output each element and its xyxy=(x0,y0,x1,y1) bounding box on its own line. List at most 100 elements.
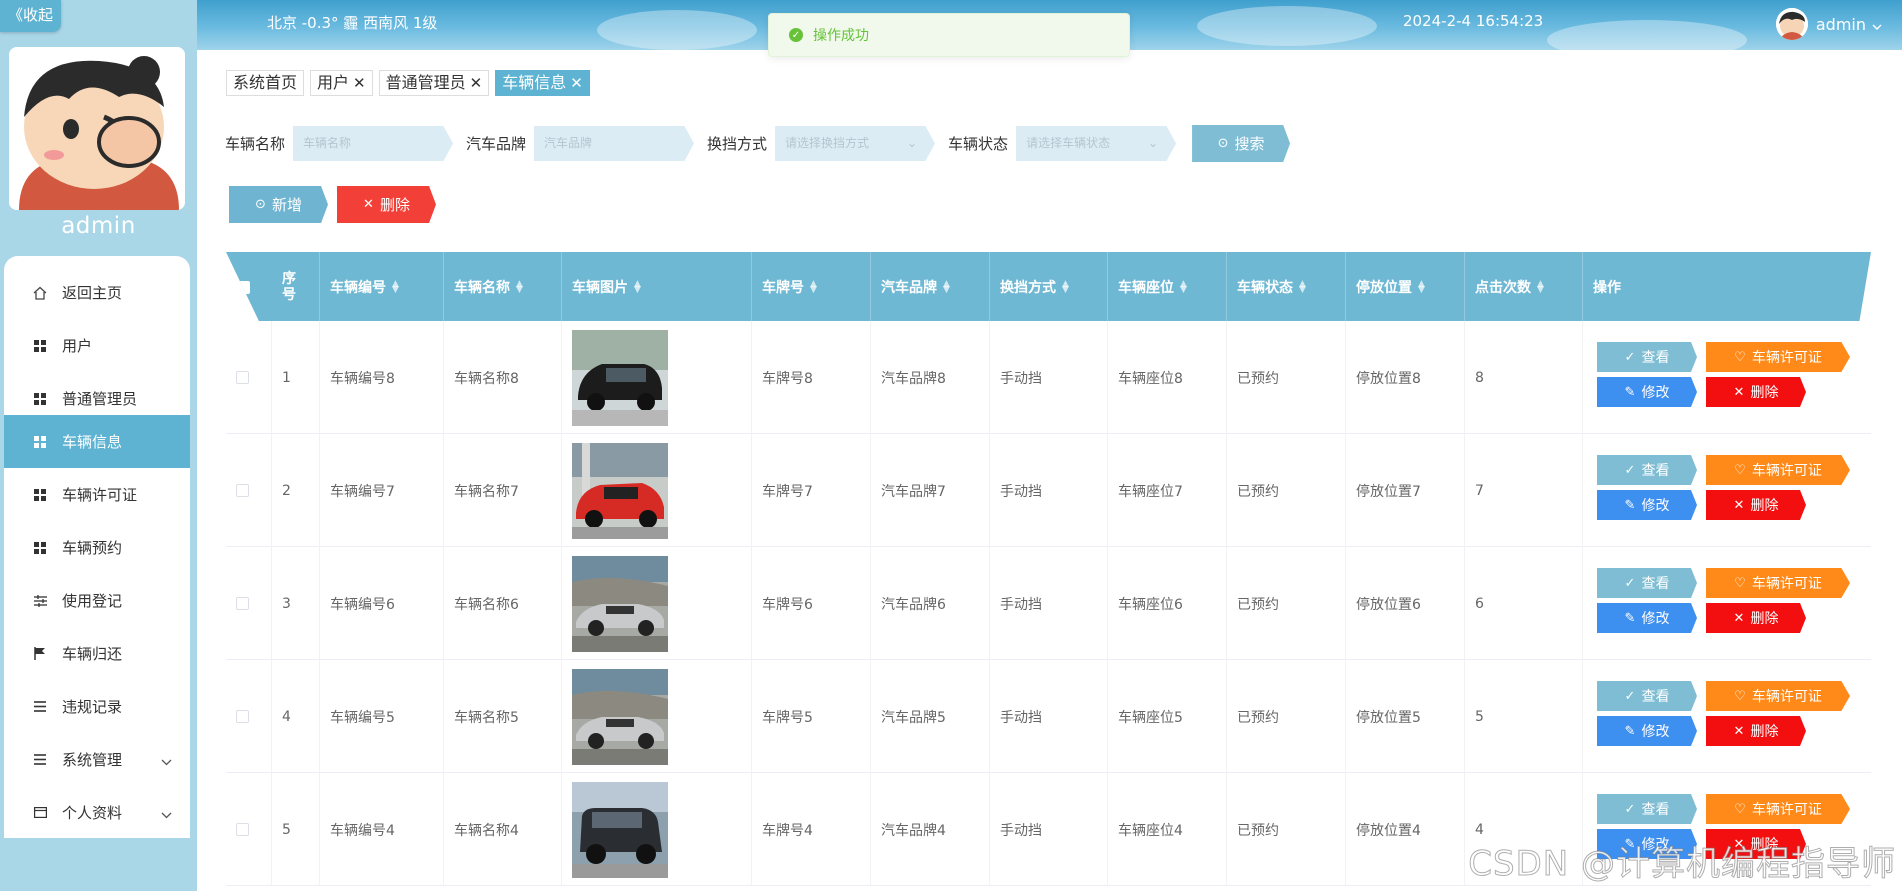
sidebar-item-label: 车辆许可证 xyxy=(62,486,138,504)
row-checkbox[interactable] xyxy=(236,371,249,384)
button-label: 删除 xyxy=(1750,498,1779,514)
close-icon[interactable]: ✕ xyxy=(353,71,366,95)
column-header-seat[interactable]: 车辆座位 ▲ ▼ xyxy=(1108,252,1227,321)
vehicle-name-input[interactable]: 车辆名称 xyxy=(293,126,454,161)
row-checkbox-cell xyxy=(226,547,272,660)
search-button[interactable]: ⊙ 搜索 xyxy=(1192,125,1291,162)
column-header-code[interactable]: 车辆编号 ▲ ▼ xyxy=(320,252,444,321)
vehicle-permit-button[interactable]: ♡ 车辆许可证 xyxy=(1706,681,1850,711)
user-menu[interactable]: admin xyxy=(1775,8,1882,40)
tab-vehicle-info[interactable]: 车辆信息 ✕ xyxy=(495,70,590,96)
cell-seat: 车辆座位6 xyxy=(1108,547,1227,660)
column-header-status[interactable]: 车辆状态 ▲ ▼ xyxy=(1227,252,1346,321)
sidebar-item-vehicle-permit[interactable]: 车辆许可证 xyxy=(4,468,190,521)
cell-name: 车辆名称4 xyxy=(444,773,562,886)
row-checkbox[interactable] xyxy=(236,823,249,836)
cell-seat: 车辆座位8 xyxy=(1108,321,1227,434)
sidebar-item-label: 使用登记 xyxy=(62,592,123,610)
view-button[interactable]: ✓ 查看 xyxy=(1597,568,1697,598)
sidebar-item-vehicle-booking[interactable]: 车辆预约 xyxy=(4,521,190,574)
row-checkbox[interactable] xyxy=(236,484,249,497)
vehicle-permit-button[interactable]: ♡ 车辆许可证 xyxy=(1706,568,1850,598)
vehicle-permit-button[interactable]: ♡ 车辆许可证 xyxy=(1706,794,1850,824)
edit-button[interactable]: ✎ 修改 xyxy=(1597,603,1697,633)
close-icon: ✕ xyxy=(1733,723,1745,739)
tab-home[interactable]: 系统首页 xyxy=(226,70,305,96)
sidebar-item-label: 车辆预约 xyxy=(62,539,123,557)
button-label: 车辆许可证 xyxy=(1751,689,1822,705)
delete-button[interactable]: ✕ 删除 xyxy=(1706,490,1806,520)
edit-icon: ✎ xyxy=(1624,497,1636,513)
sidebar-item-users[interactable]: 用户 xyxy=(4,319,190,372)
view-button[interactable]: ✓ 查看 xyxy=(1597,455,1697,485)
sidebar-item-vehicle-return[interactable]: 车辆归还 xyxy=(4,627,190,680)
select-all-checkbox[interactable] xyxy=(237,281,250,294)
vehicle-photo[interactable] xyxy=(572,555,668,652)
cell-parking: 停放位置6 xyxy=(1346,547,1465,660)
sidebar-item-violations[interactable]: 违规记录 xyxy=(4,680,190,733)
vehicle-permit-button[interactable]: ♡ 车辆许可证 xyxy=(1706,342,1850,372)
column-header-clicks[interactable]: 点击次数 ▲ ▼ xyxy=(1465,252,1583,321)
edit-button[interactable]: ✎ 修改 xyxy=(1597,716,1697,746)
cell-image xyxy=(562,321,752,434)
sidebar-item-label: 系统管理 xyxy=(62,751,123,769)
edit-button[interactable]: ✎ 修改 xyxy=(1597,490,1697,520)
header-text: 车辆编号 xyxy=(330,279,386,296)
brand-input[interactable]: 汽车品牌 xyxy=(534,126,695,161)
batch-delete-button[interactable]: ✕ 删除 xyxy=(337,186,436,223)
grid-icon xyxy=(32,391,48,407)
vehicle-permit-button[interactable]: ♡ 车辆许可证 xyxy=(1706,455,1850,485)
home-icon xyxy=(32,285,48,301)
close-icon[interactable]: ✕ xyxy=(570,71,583,95)
column-header-brand[interactable]: 汽车品牌 ▲ ▼ xyxy=(871,252,990,321)
sidebar-item-vehicle-info[interactable]: 车辆信息 xyxy=(4,415,190,468)
cell-brand: 汽车品牌5 xyxy=(871,660,990,773)
add-button[interactable]: ⊙ 新增 xyxy=(229,186,328,223)
sidebar-item-profile[interactable]: 个人资料 xyxy=(4,786,190,839)
view-button[interactable]: ✓ 查看 xyxy=(1597,794,1697,824)
row-checkbox[interactable] xyxy=(236,597,249,610)
delete-button[interactable]: ✕ 删除 xyxy=(1706,716,1806,746)
column-header-parking[interactable]: 停放位置 ▲ ▼ xyxy=(1346,252,1465,321)
vehicle-photo[interactable] xyxy=(572,329,668,426)
vehicle-photo[interactable] xyxy=(572,668,668,765)
delete-button[interactable]: ✕ 删除 xyxy=(1706,377,1806,407)
vehicle-photo[interactable] xyxy=(572,442,668,539)
close-icon: ✕ xyxy=(1733,384,1745,400)
select-placeholder: 请选择车辆状态 xyxy=(1026,136,1111,150)
row-checkbox-cell xyxy=(226,321,272,434)
check-circle-icon: ⊙ xyxy=(1217,136,1229,151)
edit-button[interactable]: ✎ 修改 xyxy=(1597,377,1697,407)
column-header-plate[interactable]: 车牌号 ▲ ▼ xyxy=(752,252,871,321)
close-icon[interactable]: ✕ xyxy=(470,71,483,95)
view-button[interactable]: ✓ 查看 xyxy=(1597,681,1697,711)
row-checkbox[interactable] xyxy=(236,710,249,723)
chevron-down-icon xyxy=(161,805,172,823)
sidebar-item-system-management[interactable]: 系统管理 xyxy=(4,733,190,786)
delete-button[interactable]: ✕ 删除 xyxy=(1706,603,1806,633)
sort-icon: ▲ ▼ xyxy=(943,278,950,295)
tab-admins[interactable]: 普通管理员 ✕ xyxy=(378,70,490,96)
sidebar-item-home[interactable]: 返回主页 xyxy=(4,266,190,319)
sort-icon: ▲ ▼ xyxy=(1180,278,1187,295)
column-header-image[interactable]: 车辆图片 ▲ ▼ xyxy=(562,252,752,321)
column-header-name[interactable]: 车辆名称 ▲ ▼ xyxy=(444,252,562,321)
gear-select[interactable]: 请选择换挡方式 ⌄ xyxy=(775,126,936,161)
button-label: 车辆许可证 xyxy=(1751,802,1822,818)
tab-users[interactable]: 用户 ✕ xyxy=(310,70,373,96)
chevron-down-icon xyxy=(1872,15,1882,34)
heart-icon: ♡ xyxy=(1734,575,1746,591)
cell-brand: 汽车品牌4 xyxy=(871,773,990,886)
chevron-down-icon: ⌄ xyxy=(1148,136,1159,150)
cell-clicks: 8 xyxy=(1465,321,1583,434)
table-header: 序号 车辆编号 ▲ ▼ 车辆名称 ▲ ▼ 车辆图片 ▲ ▼ 车牌号 ▲ ▼ 汽车品牌 ▲ ▼ 换挡方… xyxy=(226,252,1871,321)
status-select[interactable]: 请选择车辆状态 ⌄ xyxy=(1016,126,1177,161)
vehicle-photo[interactable] xyxy=(572,781,668,878)
cell-parking: 停放位置7 xyxy=(1346,434,1465,547)
view-button[interactable]: ✓ 查看 xyxy=(1597,342,1697,372)
sidebar-item-usage-register[interactable]: 使用登记 xyxy=(4,574,190,627)
list-icon xyxy=(32,699,48,715)
collapse-sidebar-button[interactable]: 《收起 xyxy=(0,0,62,32)
sidebar-username: admin xyxy=(61,213,136,239)
column-header-gear[interactable]: 换挡方式 ▲ ▼ xyxy=(990,252,1108,321)
